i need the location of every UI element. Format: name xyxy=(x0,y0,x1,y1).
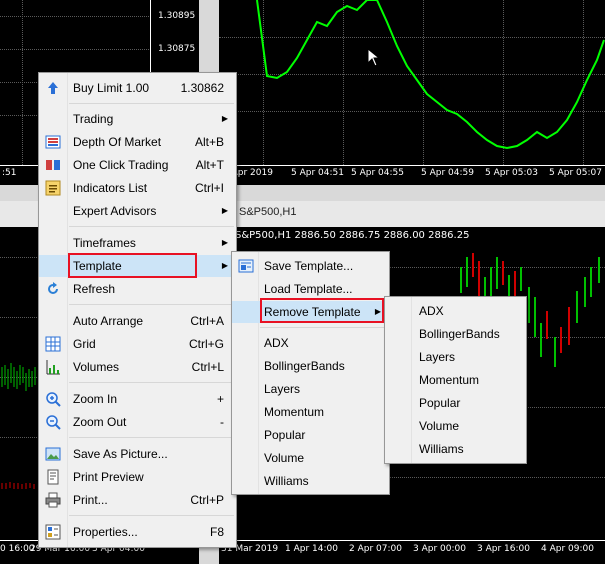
menu-item-expert-advisors[interactable]: Expert Advisors ▶ xyxy=(39,200,236,222)
window-title: S&P500,H1 xyxy=(239,206,297,218)
grid-line xyxy=(22,0,23,165)
menu-item-template-bollingerbands[interactable]: BollingerBands xyxy=(232,355,389,377)
time-label: 5 Apr 05:07 xyxy=(549,168,602,178)
menu-item-remove-bollingerbands[interactable]: BollingerBands xyxy=(385,323,526,345)
menu-item-save-as-picture[interactable]: Save As Picture... xyxy=(39,443,236,465)
menu-item-remove-williams[interactable]: Williams xyxy=(385,438,526,460)
menu-item-template-williams[interactable]: Williams xyxy=(232,470,389,492)
menu-item-remove-momentum[interactable]: Momentum xyxy=(385,369,526,391)
refresh-icon xyxy=(48,282,58,294)
menu-item-remove-volume[interactable]: Volume xyxy=(385,415,526,437)
template-submenu: Save Template... Load Template... Remove… xyxy=(231,251,390,495)
volumes-icon xyxy=(46,360,60,375)
menu-item-load-template[interactable]: Load Template... xyxy=(232,278,389,300)
menu-item-template-popular[interactable]: Popular xyxy=(232,424,389,446)
buy-limit-icon xyxy=(48,82,58,94)
submenu-arrow-icon: ▶ xyxy=(221,261,228,270)
save-template-icon xyxy=(238,259,254,273)
menu-item-zoom-out[interactable]: Zoom Out - xyxy=(39,411,236,433)
menu-item-buy-limit[interactable]: Buy Limit 1.00 1.30862 xyxy=(39,77,236,99)
time-axis xyxy=(219,165,605,166)
time-label: :51 xyxy=(2,168,17,178)
menu-item-template-adx[interactable]: ADX xyxy=(232,332,389,354)
menu-item-template-volume[interactable]: Volume xyxy=(232,447,389,469)
time-label: 1 Apr 14:00 xyxy=(285,544,338,554)
chart-context-menu: Buy Limit 1.00 1.30862 Trading ▶ Depth O… xyxy=(38,72,237,548)
zoom-out-icon xyxy=(46,415,61,430)
one-click-trading-icon xyxy=(46,160,60,170)
price-label: 1.30895 xyxy=(158,11,196,21)
properties-icon xyxy=(45,524,61,540)
top-right-chart[interactable]: 5 Apr 2019 5 Apr 04:51 5 Apr 04:55 5 Apr… xyxy=(219,0,605,185)
indicators-list-icon xyxy=(45,180,61,196)
menu-separator xyxy=(69,515,234,516)
menu-separator xyxy=(69,304,234,305)
menu-separator xyxy=(69,226,234,227)
remove-template-submenu: ADX BollingerBands Layers Momentum Popul… xyxy=(384,296,527,464)
print-icon xyxy=(45,492,61,508)
menu-item-remove-adx[interactable]: ADX xyxy=(385,300,526,322)
time-label: 2 Apr 07:00 xyxy=(349,544,402,554)
time-label: 5 Apr 04:59 xyxy=(421,168,474,178)
time-label: 5 Apr 05:03 xyxy=(485,168,538,178)
menu-item-volumes[interactable]: Volumes Ctrl+L xyxy=(39,356,236,378)
remove-template-highlight-box xyxy=(260,298,384,323)
time-label: 4 Apr 09:00 xyxy=(541,544,594,554)
save-picture-icon xyxy=(45,447,61,461)
menu-item-refresh[interactable]: Refresh xyxy=(39,278,236,300)
submenu-arrow-icon: ▶ xyxy=(221,206,228,215)
menu-item-print-preview[interactable]: Print Preview xyxy=(39,466,236,488)
print-preview-icon xyxy=(47,469,59,485)
zoom-in-icon xyxy=(46,392,61,407)
menu-item-depth-of-market[interactable]: Depth Of Market Alt+B xyxy=(39,131,236,153)
template-highlight-box xyxy=(68,253,197,278)
menu-item-print[interactable]: Print... Ctrl+P xyxy=(39,489,236,511)
menu-item-indicators-list[interactable]: Indicators List Ctrl+I xyxy=(39,177,236,199)
price-label: 1.30875 xyxy=(158,44,196,54)
submenu-arrow-icon: ▶ xyxy=(221,114,228,123)
time-axis xyxy=(219,540,605,541)
menu-separator xyxy=(69,437,234,438)
menu-item-remove-layers[interactable]: Layers xyxy=(385,346,526,368)
time-label: 5 Apr 04:51 xyxy=(291,168,344,178)
depth-of-market-icon xyxy=(45,135,61,149)
menu-item-zoom-in[interactable]: Zoom In + xyxy=(39,388,236,410)
price-line-series xyxy=(256,0,605,150)
menu-item-auto-arrange[interactable]: Auto Arrange Ctrl+A xyxy=(39,310,236,332)
menu-item-properties[interactable]: Properties... F8 xyxy=(39,521,236,543)
menu-separator xyxy=(260,327,387,328)
menu-item-template-momentum[interactable]: Momentum xyxy=(232,401,389,423)
menu-item-save-template[interactable]: Save Template... xyxy=(232,255,389,277)
menu-separator xyxy=(69,103,234,104)
time-label: 3 Apr 16:00 xyxy=(477,544,530,554)
menu-item-remove-popular[interactable]: Popular xyxy=(385,392,526,414)
menu-item-one-click-trading[interactable]: One Click Trading Alt+T xyxy=(39,154,236,176)
menu-item-grid[interactable]: Grid Ctrl+G xyxy=(39,333,236,355)
time-label: 5 Apr 04:55 xyxy=(351,168,404,178)
submenu-arrow-icon: ▶ xyxy=(221,238,228,247)
window-title-bar[interactable]: S&P500,H1 xyxy=(219,201,605,228)
time-label: 3 Apr 00:00 xyxy=(413,544,466,554)
mouse-cursor-icon xyxy=(367,48,381,67)
menu-item-template-layers[interactable]: Layers xyxy=(232,378,389,400)
grid-icon xyxy=(45,336,61,352)
menu-separator xyxy=(69,382,234,383)
menu-item-timeframes[interactable]: Timeframes ▶ xyxy=(39,232,236,254)
menu-item-trading[interactable]: Trading ▶ xyxy=(39,108,236,130)
